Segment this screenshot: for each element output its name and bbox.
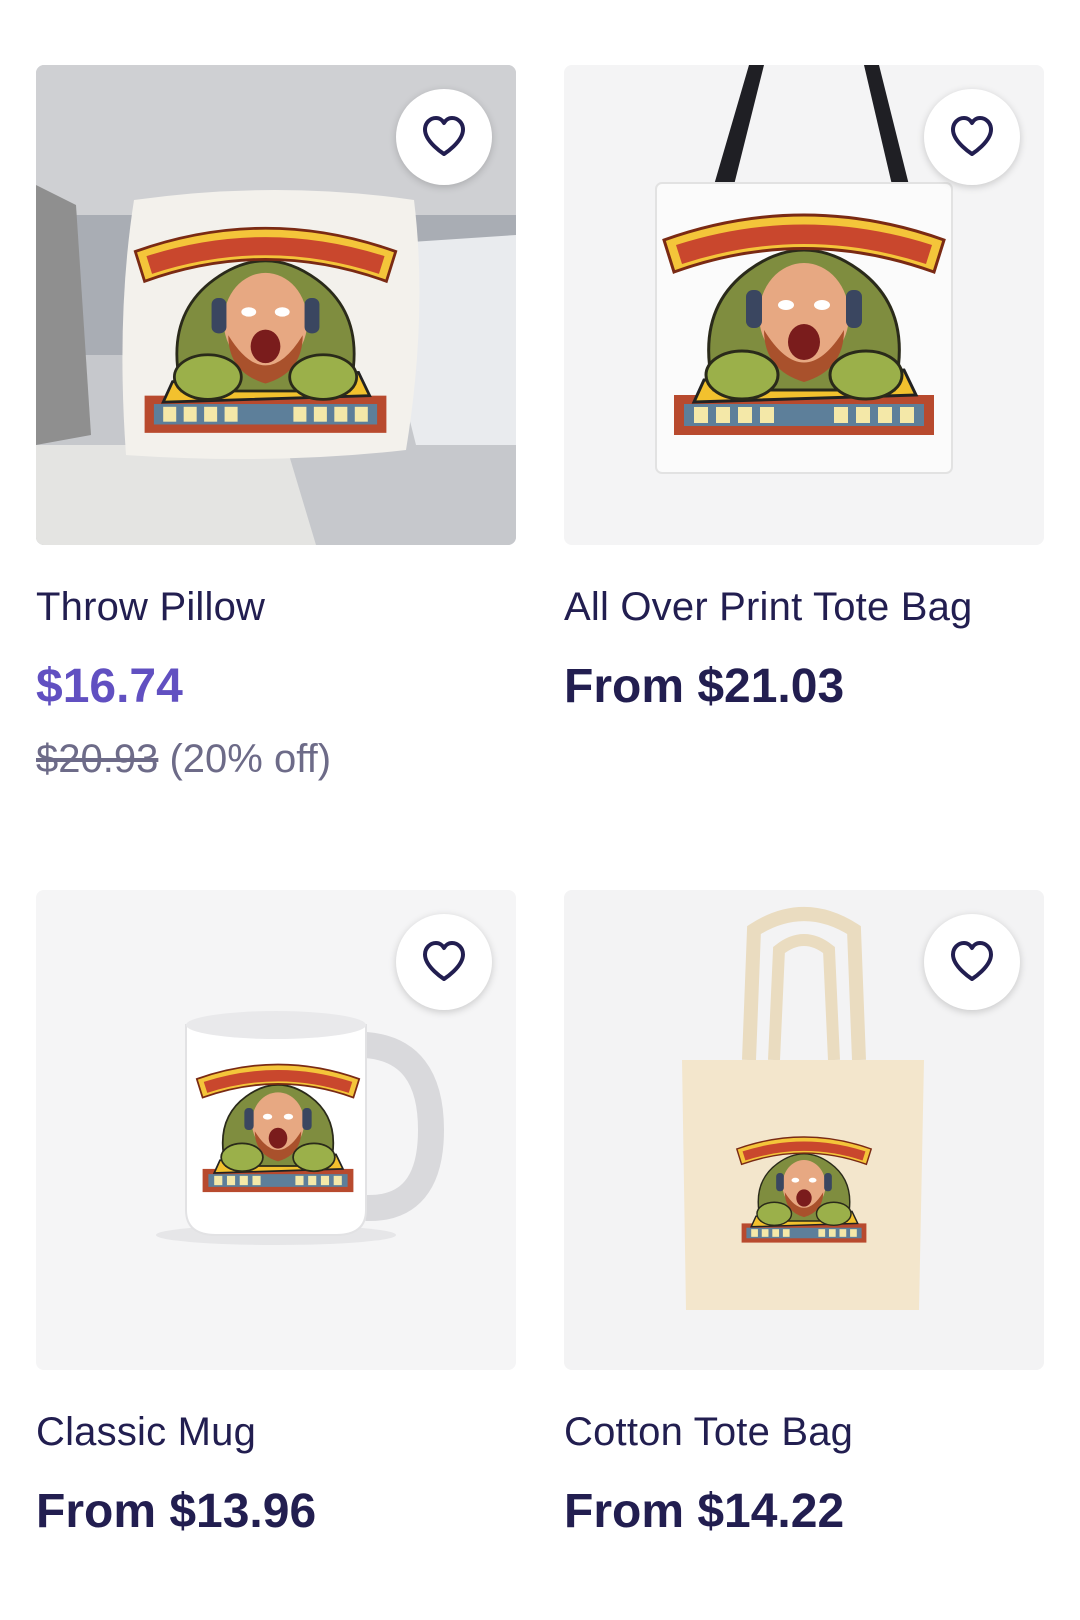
product-title[interactable]: Classic Mug <box>36 1408 516 1456</box>
original-price: $20.93 <box>36 737 159 781</box>
heart-outline-icon <box>951 941 993 981</box>
heart-outline-icon <box>951 116 993 156</box>
product-card-throw-pillow[interactable]: Throw Pillow $16.74 $20.93 (20% off) <box>36 65 516 783</box>
product-image-all-over-print-tote[interactable] <box>564 65 1044 545</box>
heart-outline-icon <box>423 941 465 981</box>
favorite-button[interactable] <box>396 914 492 1010</box>
product-title[interactable]: All Over Print Tote Bag <box>564 583 1044 631</box>
price: From $21.03 <box>564 660 845 713</box>
heart-outline-icon <box>423 116 465 156</box>
favorite-button[interactable] <box>396 89 492 185</box>
price: From $13.96 <box>36 1485 317 1538</box>
product-image-classic-mug[interactable] <box>36 890 516 1370</box>
price: From $14.22 <box>564 1485 845 1538</box>
product-title[interactable]: Cotton Tote Bag <box>564 1408 1044 1456</box>
favorite-button[interactable] <box>924 89 1020 185</box>
product-image-throw-pillow[interactable] <box>36 65 516 545</box>
product-title[interactable]: Throw Pillow <box>36 583 516 631</box>
favorite-button[interactable] <box>924 914 1020 1010</box>
original-price-row: $20.93 (20% off) <box>36 735 516 783</box>
discount-label: (20% off) <box>169 737 332 781</box>
product-card-classic-mug[interactable]: Classic Mug From $13.96 <box>36 890 516 1540</box>
product-image-cotton-tote[interactable] <box>564 890 1044 1370</box>
sale-price: $16.74 <box>36 660 183 713</box>
product-card-all-over-print-tote[interactable]: All Over Print Tote Bag From $21.03 <box>564 65 1044 715</box>
product-card-cotton-tote[interactable]: Cotton Tote Bag From $14.22 <box>564 890 1044 1540</box>
